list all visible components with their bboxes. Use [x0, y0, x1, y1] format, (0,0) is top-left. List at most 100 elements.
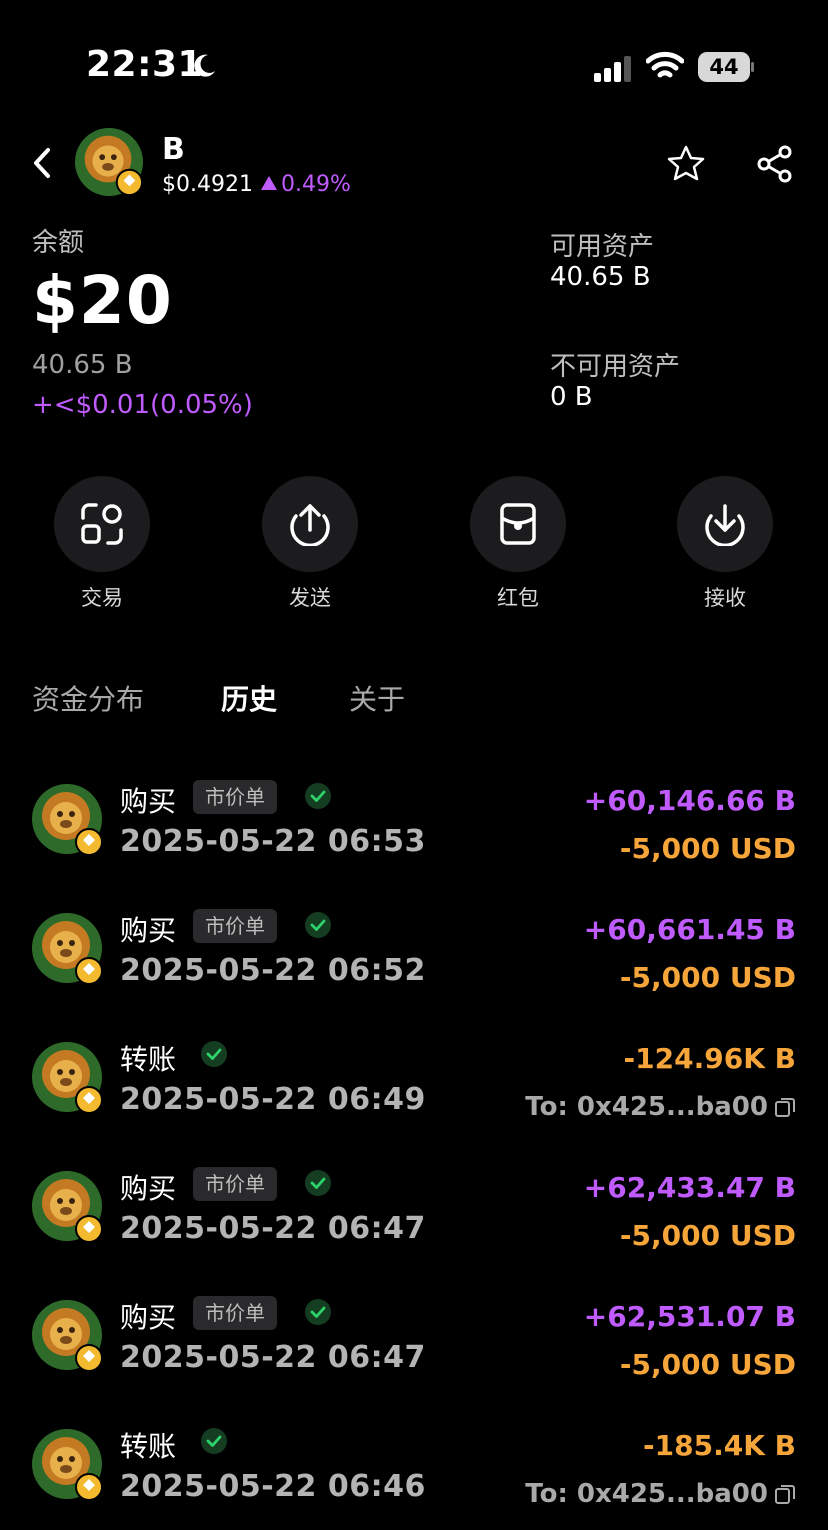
share-icon[interactable]: [755, 144, 795, 184]
copy-icon[interactable]: [774, 1483, 796, 1505]
tab-fund-distribution[interactable]: 资金分布: [32, 678, 144, 718]
transaction-row[interactable]: 购买 市价单 2025-05-22 06:47 +62,531.07 B -5,000 …: [0, 1286, 828, 1396]
trade-label: 交易: [81, 586, 123, 610]
transaction-type: 购买: [120, 1172, 177, 1205]
transaction-avatar: [32, 1171, 102, 1241]
status-time: 22:31: [86, 44, 204, 85]
transaction-recipient-address: To: 0x425...ba00: [525, 1479, 768, 1509]
transaction-type: 转账: [120, 1430, 177, 1463]
check-circle-icon: [305, 783, 331, 809]
send-button[interactable]: 发送: [250, 476, 370, 616]
token-name: B: [162, 132, 185, 167]
balance-value: $20: [32, 262, 173, 339]
tab-history[interactable]: 历史: [221, 678, 277, 718]
transaction-amount: +60,661.45 B: [583, 913, 796, 946]
transaction-date: 2025-05-22 06:49: [120, 1082, 426, 1117]
transaction-usd-amount: -5,000 USD: [619, 1348, 796, 1381]
transaction-row[interactable]: 购买 市价单 2025-05-22 06:52 +60,661.45 B -5,000 …: [0, 899, 828, 1009]
check-circle-icon: [201, 1041, 227, 1067]
star-icon[interactable]: [666, 144, 706, 184]
red-packet-icon: [500, 503, 536, 545]
transaction-usd-amount: -5,000 USD: [619, 961, 796, 994]
tab-about[interactable]: 关于: [349, 678, 405, 718]
transaction-amount: +60,146.66 B: [583, 784, 796, 817]
transaction-avatar: [32, 1300, 102, 1370]
lion-logo-icon: [32, 784, 102, 854]
battery-indicator: 44: [698, 52, 754, 82]
check-circle-icon: [201, 1428, 227, 1454]
transaction-row[interactable]: 转账 2025-05-22 06:46 -185.4K B To: 0x425...b…: [0, 1415, 828, 1525]
transaction-avatar: [32, 913, 102, 983]
red-packet-label: 红包: [497, 586, 539, 610]
trade-button[interactable]: 交易: [42, 476, 162, 616]
balance-amount: 40.65 B: [32, 350, 133, 380]
token-avatar: [75, 128, 143, 196]
order-type-tag: 市价单: [193, 909, 277, 943]
battery-level: 44: [698, 52, 750, 82]
lion-logo-icon: [32, 1300, 102, 1370]
unavailable-assets-label: 不可用资产: [550, 352, 681, 382]
transaction-type: 购买: [120, 1301, 177, 1334]
moon-icon: [194, 54, 215, 77]
transaction-row[interactable]: 转账 2025-05-22 06:49 -124.96K B To: 0x425...…: [0, 1028, 828, 1138]
available-assets-value: 40.65 B: [550, 262, 651, 292]
battery-tip: [751, 62, 754, 72]
receive-button[interactable]: 接收: [665, 476, 785, 616]
token-header: B $0.4921 0.49%: [0, 120, 828, 210]
transaction-type: 转账: [120, 1043, 177, 1076]
order-type-tag: 市价单: [193, 780, 277, 814]
transaction-date: 2025-05-22 06:53: [120, 824, 426, 859]
lion-logo-icon: [32, 1042, 102, 1112]
receive-button-circle[interactable]: [677, 476, 773, 572]
lion-logo-icon: [75, 128, 143, 196]
cellular-signal-icon: [594, 56, 631, 82]
check-circle-icon: [305, 1299, 331, 1325]
token-price-change: 0.49%: [280, 172, 351, 197]
unavailable-assets-value: 0 B: [550, 382, 593, 412]
trade-icon: [81, 503, 123, 545]
status-bar: 22:31 44: [0, 0, 828, 120]
send-button-circle[interactable]: [262, 476, 358, 572]
transaction-amount: -185.4K B: [643, 1429, 796, 1462]
transaction-avatar: [32, 1042, 102, 1112]
transaction-row[interactable]: 购买 市价单 2025-05-22 06:47 +62,433.47 B -5,000 …: [0, 1157, 828, 1267]
balance-change: +<$0.01(0.05%): [32, 390, 253, 420]
transaction-date: 2025-05-22 06:47: [120, 1340, 426, 1375]
order-type-tag: 市价单: [193, 1167, 277, 1201]
order-type-tag: 市价单: [193, 1296, 277, 1330]
token-price: $0.4921: [162, 172, 253, 197]
available-assets-label: 可用资产: [550, 232, 655, 262]
lion-logo-icon: [32, 1171, 102, 1241]
transaction-recipient-address: To: 0x425...ba00: [525, 1092, 768, 1122]
red-packet-button-circle[interactable]: [470, 476, 566, 572]
token-price-row: $0.4921 0.49%: [162, 172, 351, 197]
transaction-date: 2025-05-22 06:46: [120, 1469, 426, 1504]
back-chevron-icon[interactable]: [28, 146, 56, 180]
transaction-date: 2025-05-22 06:52: [120, 953, 426, 988]
transaction-date: 2025-05-22 06:47: [120, 1211, 426, 1246]
transaction-amount: +62,531.07 B: [583, 1300, 796, 1333]
transaction-avatar: [32, 784, 102, 854]
trade-button-circle[interactable]: [54, 476, 150, 572]
transaction-avatar: [32, 1429, 102, 1499]
send-label: 发送: [289, 586, 331, 610]
receive-label: 接收: [704, 586, 746, 610]
check-circle-icon: [305, 912, 331, 938]
wifi-icon: [646, 51, 684, 78]
copy-icon[interactable]: [774, 1096, 796, 1118]
receive-icon: [705, 504, 745, 546]
red-packet-button[interactable]: 红包: [458, 476, 578, 616]
transaction-type: 购买: [120, 914, 177, 947]
up-triangle-icon: [260, 176, 277, 190]
balance-label: 余额: [32, 228, 85, 258]
lion-logo-icon: [32, 913, 102, 983]
transaction-row[interactable]: 购买 市价单 2025-05-22 06:53 +60,146.66 B -5,000 …: [0, 770, 828, 880]
transaction-usd-amount: -5,000 USD: [619, 1219, 796, 1252]
check-circle-icon: [305, 1170, 331, 1196]
transaction-usd-amount: -5,000 USD: [619, 832, 796, 865]
send-icon: [290, 504, 330, 546]
transaction-amount: +62,433.47 B: [583, 1171, 796, 1204]
transaction-amount: -124.96K B: [623, 1042, 796, 1075]
transaction-type: 购买: [120, 785, 177, 818]
lion-logo-icon: [32, 1429, 102, 1499]
